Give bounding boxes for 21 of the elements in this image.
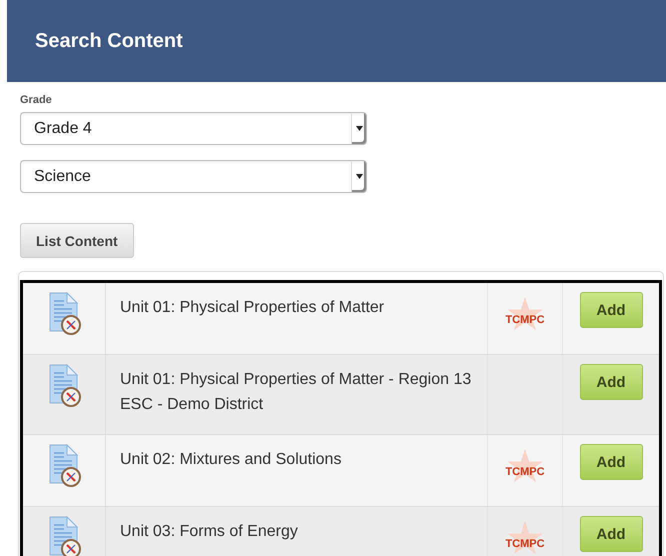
publisher-logo: TCMPC [505, 297, 545, 331]
dropdown-arrow-icon [356, 126, 362, 131]
publisher-logo: TCMPC [505, 521, 545, 555]
document-compass-icon [47, 291, 81, 335]
page-title: Search Content [35, 30, 183, 52]
content-title: Unit 03: Forms of Energy [120, 523, 298, 540]
list-content-button[interactable]: List Content [20, 223, 134, 258]
add-button[interactable]: Add [580, 292, 642, 328]
document-compass-icon [47, 443, 81, 487]
content-title: Unit 02: Mixtures and Solutions [120, 451, 342, 468]
add-button[interactable]: Add [580, 444, 642, 480]
dropdown[interactable]: Grade 4 [20, 112, 367, 145]
add-button[interactable]: Add [580, 364, 642, 400]
content-title: Unit 01: Physical Properties of Matter [120, 299, 384, 316]
document-compass-icon [47, 363, 81, 407]
dropdown[interactable]: Science [20, 160, 367, 193]
dropdown-arrow-icon [356, 174, 362, 179]
publisher-logo: TCMPC [505, 449, 545, 483]
add-button[interactable]: Add [580, 516, 642, 552]
content-title: Unit 01: Physical Properties of Matter - Region 13 ESC - Demo District [120, 371, 472, 413]
field-label: Grade [20, 94, 52, 106]
